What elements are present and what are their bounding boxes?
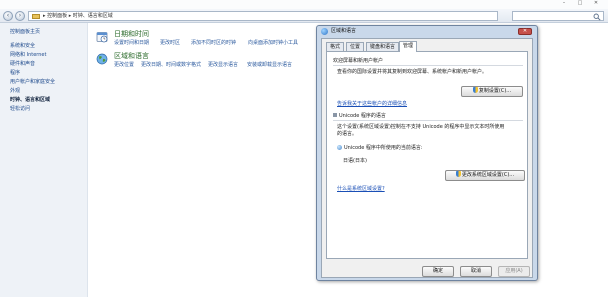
change-system-locale-button[interactable]: 更改系统区域设置(C)... [445, 170, 525, 181]
welcome-section-heading: 欢迎屏幕和新用户帐户 [333, 58, 384, 64]
sidebar-item-home[interactable]: 控制面板主页 [10, 29, 40, 36]
control-panel-icon [32, 14, 40, 19]
change-format-link[interactable]: 更改日期、时间或数字格式 [141, 62, 201, 69]
change-location-link[interactable]: 更改位置 [114, 62, 134, 69]
breadcrumb: ▸ 控制面板 ▸ 时钟、语言和区域 [43, 13, 113, 19]
search-icon [593, 13, 601, 21]
close-window-button[interactable]: ✕ [588, 0, 604, 7]
sidebar-item-ease-of-access[interactable]: 轻松访问 [10, 106, 30, 113]
shield-icon [472, 87, 478, 93]
dialog-body: 格式 位置 键盘和语言 管理 欢迎屏幕和新用户帐户 查看你的国际设置并将其复制到… [321, 38, 533, 278]
change-system-locale-label: 更改系统区域设置(C)... [461, 172, 515, 178]
sidebar-item-system[interactable]: 系统和安全 [10, 43, 35, 50]
window-titlebar: – □ ✕ [0, 0, 608, 9]
current-language-value: 日语(日本) [343, 158, 367, 164]
apply-button[interactable]: 应用(A) [498, 266, 530, 277]
current-language-label-text: Unicode 程序中所使用的当前语言: [344, 145, 423, 151]
region-language-dialog: 区域和语言 ✕ 格式 位置 键盘和语言 管理 欢迎屏幕和新用户帐户 查看你的国际… [316, 25, 538, 281]
administrative-panel: 欢迎屏幕和新用户帐户 查看你的国际设置并将其复制到欢迎屏幕、系统帐户和新用户帐户… [326, 51, 528, 259]
navigation-pane: 控制面板主页 系统和安全 网络和 Internet 硬件和声音 程序 用户帐户和… [0, 23, 88, 297]
sidebar-item-appearance[interactable]: 外观 [10, 88, 20, 95]
maximize-button[interactable]: □ [572, 0, 588, 7]
sidebar-item-network[interactable]: 网络和 Internet [10, 52, 46, 59]
group-divider [333, 120, 523, 121]
clock-icon [96, 32, 108, 43]
sidebar-item-clock-language-region[interactable]: 时钟、语言和区域 [10, 97, 50, 104]
add-clock-gadget-link[interactable]: 向桌面添加时钟小工具 [248, 40, 298, 47]
copy-settings-button[interactable]: 复制设置(C)... [461, 86, 523, 97]
unicode-section-heading: Unicode 程序的语言 [333, 113, 386, 120]
unicode-section-text-1: 这个设置(系统区域设置)控制在不支持 Unicode 的程序中显示文本时所使用 [337, 124, 505, 130]
change-timezone-link[interactable]: 更改时区 [160, 40, 180, 47]
search-input[interactable] [512, 11, 604, 21]
unicode-section-heading-text: Unicode 程序的语言 [339, 113, 386, 119]
back-button[interactable]: ‹ [3, 11, 13, 21]
sidebar-item-users[interactable]: 用户帐户和家庭安全 [10, 79, 55, 86]
add-clocks-link[interactable]: 添加不同时区的时钟 [191, 40, 236, 47]
unicode-section-text-2: 的语言。 [337, 131, 358, 137]
sidebar-item-programs[interactable]: 程序 [10, 70, 20, 77]
address-field[interactable]: ▸ 控制面板 ▸ 时钟、语言和区域 [28, 11, 498, 21]
language-icon [337, 145, 342, 150]
copy-settings-label: 复制设置(C)... [478, 88, 512, 94]
welcome-section-text: 查看你的国际设置并将其复制到欢迎屏幕、系统帐户和新用户帐户。 [337, 69, 488, 75]
current-language-label: Unicode 程序中所使用的当前语言: [337, 145, 423, 152]
change-display-language-link[interactable]: 更改显示语言 [208, 62, 238, 69]
group-divider [333, 65, 523, 66]
globe-icon [321, 28, 328, 35]
sidebar-item-hardware[interactable]: 硬件和声音 [10, 61, 35, 68]
tab-keyboards-languages[interactable]: 键盘和语言 [366, 42, 400, 51]
tab-administrative[interactable]: 管理 [399, 41, 418, 52]
arrow-left-icon: ‹ [6, 12, 10, 19]
region-language-title[interactable]: 区域和语言 [114, 52, 149, 61]
dialog-title: 区域和语言 [331, 28, 357, 34]
ok-button[interactable]: 确定 [422, 266, 454, 277]
globe-icon [96, 53, 108, 65]
tab-formats[interactable]: 格式 [326, 42, 345, 51]
tab-location[interactable]: 位置 [346, 42, 365, 51]
install-display-language-link[interactable]: 安装或卸载显示语言 [247, 62, 292, 69]
arrow-right-icon: › [18, 12, 22, 19]
section-marker-icon [333, 113, 337, 117]
cancel-button[interactable]: 取消 [460, 266, 492, 277]
set-time-date-link[interactable]: 设置时间和日期 [114, 40, 149, 47]
dialog-close-button[interactable]: ✕ [518, 28, 532, 35]
date-time-title[interactable]: 日期和时间 [114, 30, 149, 39]
minimize-button[interactable]: – [556, 0, 572, 7]
forward-button[interactable]: › [15, 11, 25, 21]
system-locale-info-link[interactable]: 什么是系统区域设置? [337, 186, 385, 193]
accounts-info-link[interactable]: 告诉我关于这些帐户的详细信息 [337, 101, 407, 108]
shield-icon [455, 171, 461, 177]
address-bar: ‹ › ▸ 控制面板 ▸ 时钟、语言和区域 [0, 9, 608, 23]
